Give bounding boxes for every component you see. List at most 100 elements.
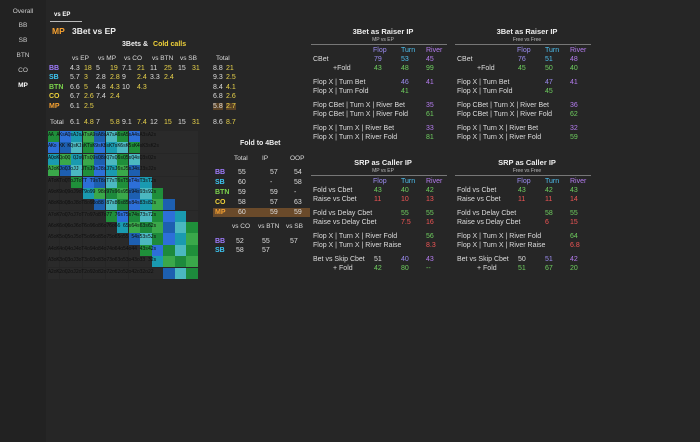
- raiser_mp-line-value: 45: [426, 56, 434, 63]
- matrix-cell[interactable]: [174, 210, 187, 222]
- caller_mp-line-value: 40: [401, 187, 409, 194]
- matrix-cell[interactable]: [174, 142, 187, 154]
- fold4bet-cell: 60: [238, 209, 246, 216]
- threebets-row-pos: SB: [49, 74, 59, 81]
- caller_ff-line-value: 55: [570, 210, 578, 217]
- sidebar-item-btn[interactable]: BTN: [0, 52, 46, 59]
- threebets-total-cell: 15: [178, 119, 186, 126]
- fold4bet-col-header: IP: [262, 155, 269, 162]
- fold4bet-cell2: 58: [236, 247, 244, 254]
- matrix-cell[interactable]: [186, 131, 198, 143]
- raiser_ff-line-label: +Fold: [477, 65, 495, 72]
- caller_mp-line-label: Raise vs Cbet: [313, 196, 357, 203]
- caller_ff-line-value: 43: [518, 187, 526, 194]
- caller_mp-line-label: Flop X | Turn X | River Raise: [313, 242, 402, 249]
- fold4bet-col-header: Total: [234, 155, 248, 162]
- raiser_ff-line-value: 32: [570, 125, 578, 132]
- matrix-cell[interactable]: [186, 222, 198, 234]
- matrix-cell[interactable]: [186, 233, 198, 245]
- threebets-total-cell: 15: [164, 119, 172, 126]
- raiser_mp-line-value: 81: [426, 134, 434, 141]
- matrix-cell[interactable]: [186, 176, 198, 188]
- caller_ff-line-label: Fold vs Delay Cbet: [457, 210, 517, 217]
- matrix-cell[interactable]: [163, 233, 175, 245]
- matrix-cell[interactable]: [174, 267, 187, 279]
- raiser_mp-line-label: Flop X | Turn X | River Fold: [313, 134, 398, 141]
- threebets-cell: 3: [84, 74, 88, 81]
- matrix-cell[interactable]: [186, 267, 198, 279]
- tab-vs-ep[interactable]: vs EP: [54, 12, 70, 18]
- sidebar-item-sb[interactable]: SB: [0, 37, 46, 44]
- tab-underline: [50, 21, 82, 22]
- caller_mp-line-value: 8.3: [426, 242, 436, 249]
- matrix-cell[interactable]: [163, 142, 175, 154]
- caller_ff-line-value: 20: [570, 265, 578, 272]
- range-matrix[interactable]: AA AKsAQsAJsATsA9sA8sA7sA6sA5sA4sA3sA2s A…: [48, 131, 198, 279]
- threebets-cell: 4.3: [70, 65, 80, 72]
- matrix-cell[interactable]: [163, 165, 175, 177]
- raiser_ff-line-value: 50: [545, 65, 553, 72]
- matrix-cell[interactable]: [163, 187, 175, 199]
- matrix-cell[interactable]: [186, 210, 198, 222]
- threebets-header-b: Cold calls: [153, 41, 187, 48]
- sidebar-item-co[interactable]: CO: [0, 67, 46, 74]
- matrix-cell[interactable]: [163, 267, 175, 279]
- matrix-cell[interactable]: [174, 233, 187, 245]
- threebets-col-header: vs BTN: [152, 55, 174, 62]
- sidebar: Overall BB SB BTN CO MP: [0, 0, 46, 442]
- caller_ff-line-value: 67: [545, 265, 553, 272]
- sidebar-item-mp[interactable]: MP: [0, 82, 46, 89]
- threebets-cell: 3.3: [150, 74, 160, 81]
- matrix-cell[interactable]: [174, 187, 187, 199]
- raiser_mp-col-header: Turn: [401, 47, 416, 54]
- matrix-cell[interactable]: [151, 267, 164, 279]
- matrix-cell[interactable]: [174, 222, 187, 234]
- matrix-cell[interactable]: [186, 244, 198, 256]
- matrix-cell[interactable]: [163, 256, 175, 268]
- matrix-cell[interactable]: [163, 131, 175, 143]
- matrix-cell[interactable]: [163, 244, 175, 256]
- matrix-cell[interactable]: [163, 153, 175, 165]
- matrix-row-label: A5oK5oQ5oJ5oT5o95o85o75o65o55 54s53s52s: [48, 234, 157, 241]
- matrix-cell[interactable]: [163, 176, 175, 188]
- matrix-cell[interactable]: [186, 187, 198, 199]
- matrix-cell[interactable]: [174, 176, 187, 188]
- caller_mp-subtitle: MP vs EP: [372, 168, 394, 174]
- matrix-cell[interactable]: [163, 199, 175, 211]
- caller_mp-line-label: Fold vs Cbet: [313, 187, 353, 194]
- caller_mp-line-value: --: [426, 265, 431, 272]
- matrix-cell[interactable]: [174, 244, 187, 256]
- threebets-cell: 31: [192, 65, 200, 72]
- matrix-cell[interactable]: [163, 222, 175, 234]
- threebets-col-header: vs SB: [180, 55, 197, 62]
- matrix-cell[interactable]: [186, 153, 198, 165]
- matrix-cell[interactable]: [186, 165, 198, 177]
- title-text: 3Bet vs EP: [71, 26, 116, 36]
- matrix-cell[interactable]: [163, 210, 175, 222]
- matrix-cell[interactable]: [174, 165, 187, 177]
- matrix-cell[interactable]: [186, 142, 198, 154]
- matrix-cell[interactable]: [174, 256, 187, 268]
- caller_mp-line-value: 42: [426, 187, 434, 194]
- threebets-col-header: vs CO: [124, 55, 143, 62]
- caller_mp-title: SRP as Caller IP: [354, 158, 412, 167]
- matrix-cell[interactable]: [174, 153, 187, 165]
- matrix-cell[interactable]: [174, 131, 187, 143]
- threebets-total-cell: 9.1: [122, 119, 132, 126]
- matrix-cell[interactable]: [174, 199, 187, 211]
- caller_ff-line-value: 14: [570, 196, 578, 203]
- raiser_ff-line-value: 76: [518, 56, 526, 63]
- matrix-cell[interactable]: [186, 199, 198, 211]
- threebets-total-cell: 5.8: [110, 119, 120, 126]
- caller_mp-line-value: 13: [426, 196, 434, 203]
- matrix-cell[interactable]: [186, 256, 198, 268]
- threebets-cell: 5: [84, 84, 88, 91]
- raiser_ff-line-value: 45: [518, 65, 526, 72]
- sidebar-item-overall[interactable]: Overall: [0, 8, 46, 15]
- caller_mp-line-value: 43: [426, 256, 434, 263]
- raiser_mp-line-value: 33: [426, 125, 434, 132]
- threebets-total-cell: 7: [96, 119, 100, 126]
- sidebar-item-bb[interactable]: BB: [0, 22, 46, 29]
- threebets-cell: 5: [96, 65, 100, 72]
- threebets-cell: 21: [226, 65, 234, 72]
